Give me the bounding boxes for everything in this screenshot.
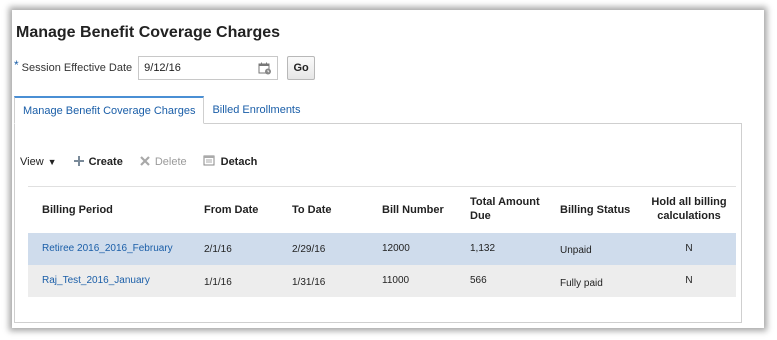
billing-status-cell: Unpaid [560,245,592,256]
column-header-total-amount-line1: Total Amount [470,196,540,208]
column-header-hold-line1: Hold all billing [651,196,727,208]
to-date-cell: 1/31/16 [292,277,326,288]
required-indicator: * [14,58,19,72]
column-header-from-date[interactable]: From Date [204,203,258,217]
tab-billed-enrollments[interactable]: Billed Enrollments [204,96,308,124]
column-header-to-date[interactable]: To Date [292,203,332,217]
column-header-total-amount-line2: Due [470,210,491,222]
billing-period-link[interactable]: Retiree 2016_2016_February [42,243,173,254]
page-title: Manage Benefit Coverage Charges [16,24,281,41]
session-effective-date-value: 9/12/16 [144,62,181,74]
table-toolbar: View ▼ Create Delete Detach [20,152,273,172]
session-effective-date-label: Session Effective Date [21,62,133,74]
detach-button-label: Detach [220,156,258,168]
column-header-bill-number[interactable]: Bill Number [382,203,444,217]
billing-status-cell: Fully paid [560,278,603,289]
hold-billing-cell: N [685,243,693,254]
session-effective-date-row: * Session Effective Date 9/12/16 Go [14,56,316,80]
delete-button[interactable]: Delete [139,155,187,170]
view-menu-label: View [20,156,44,168]
column-header-billing-period[interactable]: Billing Period [42,203,113,217]
table-row[interactable]: Raj_Test_2016_January 1/1/16 1/31/16 110… [28,265,736,297]
tab-manage-benefit-coverage-charges[interactable]: Manage Benefit Coverage Charges [14,96,205,124]
go-button[interactable]: Go [287,56,316,80]
create-button[interactable]: Create [73,155,123,170]
delete-x-icon [139,155,151,170]
total-amount-cell: 566 [470,275,487,286]
from-date-cell: 1/1/16 [204,277,232,288]
bill-number-cell: 12000 [382,243,410,254]
to-date-cell: 2/29/16 [292,244,326,255]
detach-button[interactable]: Detach [203,154,258,170]
detach-icon [203,154,217,170]
column-header-total-amount-due[interactable]: Total Amount Due [470,195,540,223]
column-header-hold-billing[interactable]: Hold all billing calculations [650,195,728,223]
toolbar-divider [28,186,736,187]
tab-bar: Manage Benefit Coverage Charges Billed E… [14,96,309,124]
chevron-down-icon: ▼ [47,157,57,167]
session-effective-date-input[interactable]: 9/12/16 [138,56,279,80]
hold-billing-cell: N [685,275,693,286]
billing-period-link[interactable]: Raj_Test_2016_January [42,275,150,286]
bill-number-cell: 11000 [382,275,410,286]
total-amount-cell: 1,132 [470,243,496,254]
plus-icon [73,155,85,170]
table-row[interactable]: Retiree 2016_2016_February 2/1/16 2/29/1… [28,233,736,265]
calendar-icon[interactable] [258,61,272,75]
column-header-hold-line2: calculations [657,210,721,222]
delete-button-label: Delete [154,156,187,168]
view-menu[interactable]: View ▼ [20,156,57,168]
create-button-label: Create [88,156,123,168]
from-date-cell: 2/1/16 [204,244,232,255]
column-header-billing-status[interactable]: Billing Status [560,203,630,217]
